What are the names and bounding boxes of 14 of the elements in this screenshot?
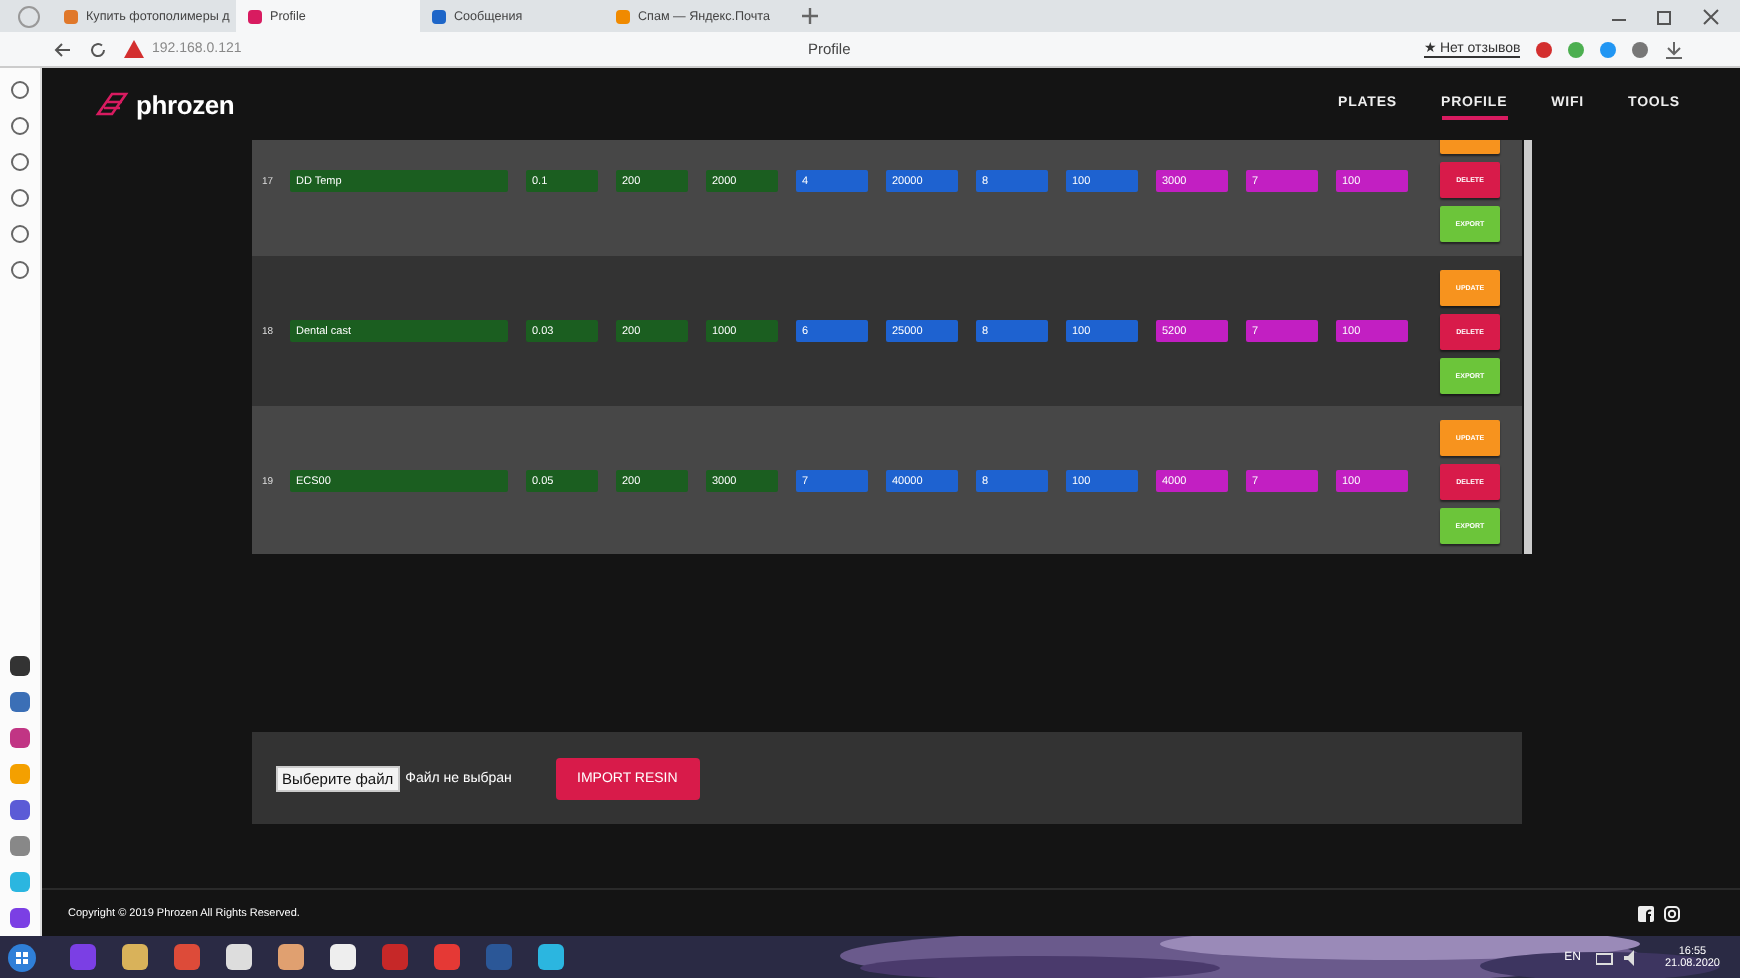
site-icon: [248, 9, 262, 23]
start-icon[interactable]: [8, 943, 36, 971]
window-restore-icon[interactable]: [1656, 7, 1674, 25]
site-icon: [616, 9, 630, 23]
reload-icon[interactable]: [88, 39, 108, 59]
logo[interactable]: phrozen: [136, 89, 235, 119]
site-icon: [64, 9, 78, 23]
logo-icon: [94, 90, 130, 118]
close-icon[interactable]: [1702, 7, 1720, 25]
back-icon[interactable]: [52, 39, 72, 59]
scrollbar[interactable]: [1524, 140, 1532, 554]
warning-icon: [124, 40, 144, 58]
site-icon: [432, 9, 446, 23]
facebook-icon[interactable]: [1638, 905, 1654, 921]
